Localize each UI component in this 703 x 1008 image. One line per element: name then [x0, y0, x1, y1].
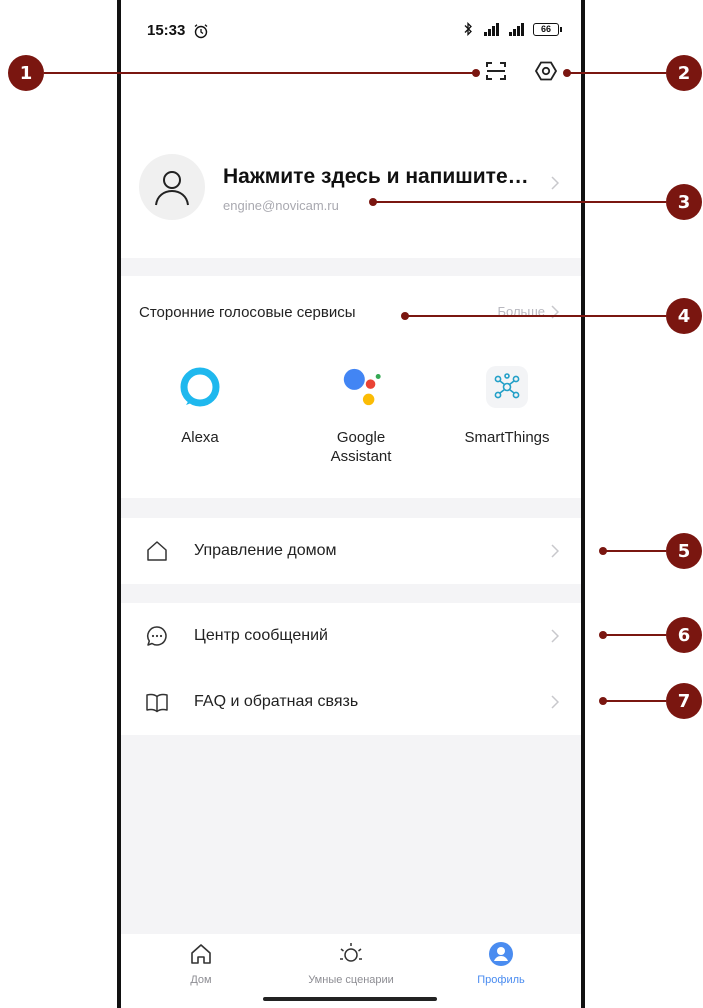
menu-label: Центр сообщений: [194, 627, 328, 644]
phone-frame: 15:33 66 Нажмите здесь и напишите… engin…: [117, 0, 585, 1008]
chevron-right-icon: [551, 544, 559, 558]
battery-indicator: 66: [533, 22, 562, 36]
callout-dot: [599, 631, 607, 639]
service-alexa[interactable]: Alexa: [125, 366, 275, 447]
profile-name[interactable]: Нажмите здесь и напишите…: [223, 165, 529, 189]
callout-dot: [599, 697, 607, 705]
callout-badge: 2: [666, 55, 702, 91]
service-label: SmartThings: [464, 429, 550, 446]
callout-badge: 6: [666, 617, 702, 653]
avatar[interactable]: [139, 154, 205, 220]
scan-button[interactable]: [483, 58, 509, 84]
menu-label: Управление домом: [194, 542, 337, 559]
status-time: 15:33: [147, 22, 186, 39]
tab-home[interactable]: Дом: [131, 940, 271, 986]
callout-dot: [369, 198, 377, 206]
callout-line: [566, 72, 666, 74]
bluetooth-icon: [464, 22, 472, 36]
menu-home-management[interactable]: Управление домом: [121, 518, 581, 584]
status-indicators: 66: [463, 22, 562, 36]
profile-icon: [487, 940, 515, 968]
menu-message-center[interactable]: Центр сообщений: [121, 603, 581, 669]
tab-label: Умные сценарии: [308, 974, 394, 986]
menu-faq-feedback[interactable]: FAQ и обратная связь: [121, 669, 581, 735]
user-icon: [155, 171, 189, 206]
callout-dot: [599, 547, 607, 555]
home-management-card: Управление домом: [121, 518, 581, 584]
callout-dot: [401, 312, 409, 320]
tab-smart-scenes[interactable]: Умные сценарии: [281, 940, 421, 986]
callout-line: [372, 201, 666, 203]
service-smartthings[interactable]: SmartThings: [432, 366, 581, 447]
callout-badge: 5: [666, 533, 702, 569]
book-icon: [146, 693, 168, 713]
tab-label: Профиль: [477, 974, 525, 986]
callout-line: [44, 72, 476, 74]
chevron-right-icon: [551, 629, 559, 643]
callout-line: [603, 700, 666, 702]
signal-4g-icon: [484, 23, 499, 36]
service-label: Google Assistant: [330, 429, 392, 465]
voice-services-title: Сторонние голосовые сервисы: [139, 304, 356, 321]
alarm-icon: [194, 24, 208, 39]
service-label: Alexa: [181, 429, 219, 446]
home-indicator: [263, 997, 437, 1001]
message-bubble-icon: [147, 626, 167, 646]
signal-icon: [509, 23, 524, 36]
tab-label: Дом: [190, 974, 212, 986]
callout-line: [603, 634, 666, 636]
callout-badge: 4: [666, 298, 702, 334]
callout-badge: 7: [666, 683, 702, 719]
settings-hexagon-icon: [535, 61, 557, 81]
callout-dot: [563, 69, 571, 77]
callout-line: [603, 550, 666, 552]
top-actions: [483, 58, 559, 84]
profile-email: engine@novicam.ru: [223, 198, 339, 213]
profile-screen: 15:33 66 Нажмите здесь и напишите… engin…: [121, 0, 581, 1008]
google-assistant-icon: [340, 366, 382, 408]
scan-icon: [486, 62, 506, 80]
chevron-right-icon: [551, 176, 559, 190]
voice-services-card: Сторонние голосовые сервисы Больше Alexa: [121, 276, 581, 498]
profile-header[interactable]: Нажмите здесь и напишите… engine@novicam…: [121, 61, 581, 258]
menu-label: FAQ и обратная связь: [194, 693, 359, 710]
tab-profile[interactable]: Профиль: [431, 940, 571, 986]
smart-scene-icon: [337, 940, 365, 968]
callout-line: [405, 315, 666, 317]
smartthings-icon: [486, 366, 528, 408]
house-icon: [147, 541, 167, 561]
alexa-icon: [179, 366, 221, 408]
callout-dot: [472, 69, 480, 77]
home-icon: [187, 940, 215, 968]
service-google-assistant[interactable]: Google Assistant: [286, 366, 436, 466]
settings-button[interactable]: [533, 58, 559, 84]
callout-badge: 3: [666, 184, 702, 220]
support-card: Центр сообщений FAQ и обратная связь: [121, 603, 581, 735]
chevron-right-icon: [551, 695, 559, 709]
callout-badge: 1: [8, 55, 44, 91]
